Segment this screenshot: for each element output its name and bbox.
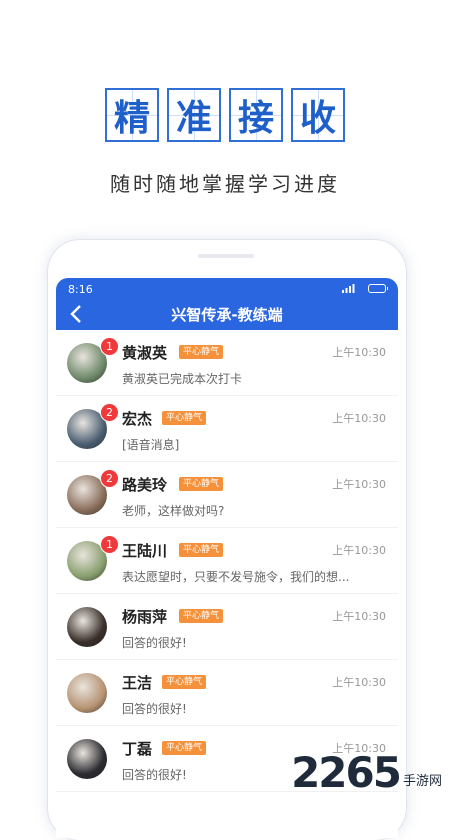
message-preview: 回答的很好! xyxy=(122,636,187,650)
status-tag: 平心静气 xyxy=(179,609,224,623)
hero-title: 精 准 接 收 xyxy=(0,88,450,142)
contact-name: 路美玲 xyxy=(122,476,168,494)
status-time: 8:16 xyxy=(68,283,93,296)
top-app-bar: 8:16 兴智传承-教练端 xyxy=(56,278,398,330)
message-preview: 黄淑英已完成本次打卡 xyxy=(122,372,243,386)
unread-badge: 2 xyxy=(100,403,119,422)
hero-subtitle: 随时随地掌握学习进度 xyxy=(110,172,340,196)
status-tag: 平心静气 xyxy=(162,675,207,689)
message-list: 1 黄淑英 平心静气 上午10:30 黄淑英已完成本次打卡 2 宏杰 平心静气 上午10:30[… xyxy=(56,330,398,792)
avatar[interactable] xyxy=(67,739,107,779)
avatar[interactable] xyxy=(67,607,107,647)
watermark-logo: 2265 手游网 xyxy=(291,752,442,794)
watermark-text: 手游网 xyxy=(402,774,442,789)
contact-name: 王陆川 xyxy=(122,542,168,560)
message-preview: 回答的很好! xyxy=(122,702,187,716)
avatar[interactable] xyxy=(67,673,107,713)
phone-speaker xyxy=(198,254,254,258)
message-row[interactable]: 杨雨萍 平心静气 上午10:30 回答的很好! xyxy=(56,594,398,660)
message-preview: [语音消息] xyxy=(122,438,180,452)
message-preview: 老师，这样做对吗? xyxy=(122,504,225,518)
hero-char: 收 xyxy=(291,88,345,142)
hero-char: 精 xyxy=(105,88,159,142)
contact-name: 王洁 xyxy=(122,674,153,692)
message-time: 上午10:30 xyxy=(332,610,386,623)
unread-badge: 1 xyxy=(100,337,119,356)
page-title: 兴智传承-教练端 xyxy=(171,306,283,324)
message-preview: 回答的很好! xyxy=(122,768,187,782)
message-time: 上午10:30 xyxy=(332,676,386,689)
watermark-number: 2265 xyxy=(291,748,402,797)
message-time: 上午10:30 xyxy=(332,544,386,557)
status-tag: 平心静气 xyxy=(179,477,224,491)
contact-name: 黄淑英 xyxy=(122,344,168,362)
status-tag: 平心静气 xyxy=(162,411,207,425)
hero-char: 准 xyxy=(167,88,221,142)
message-row[interactable]: 1 王陆川 平心静气 上午10:30 表达愿望时，只要不发号施令，我们的想... xyxy=(56,528,398,594)
status-tag: 平心静气 xyxy=(162,741,207,755)
hero-char: 接 xyxy=(229,88,283,142)
message-row[interactable]: 2 路美玲 平心静气 上午10:30 老师，这样做对吗? xyxy=(56,462,398,528)
contact-name: 宏杰 xyxy=(122,410,153,428)
battery-icon xyxy=(368,284,388,293)
message-row[interactable]: 2 宏杰 平心静气 上午10:30 [语音消息] xyxy=(56,396,398,462)
status-tag: 平心静气 xyxy=(179,543,224,557)
message-row[interactable]: 王洁 平心静气 上午10:30 回答的很好! xyxy=(56,660,398,726)
message-time: 上午10:30 xyxy=(332,346,386,359)
message-preview: 表达愿望时，只要不发号施令，我们的想... xyxy=(122,570,350,584)
message-time: 上午10:30 xyxy=(332,412,386,425)
unread-badge: 1 xyxy=(100,535,119,554)
message-time: 上午10:30 xyxy=(332,478,386,491)
signal-icon xyxy=(342,284,355,293)
status-tag: 平心静气 xyxy=(179,345,224,359)
contact-name: 杨雨萍 xyxy=(122,608,168,626)
message-row[interactable]: 1 黄淑英 平心静气 上午10:30 黄淑英已完成本次打卡 xyxy=(56,330,398,396)
unread-badge: 2 xyxy=(100,469,119,488)
contact-name: 丁磊 xyxy=(122,740,153,758)
